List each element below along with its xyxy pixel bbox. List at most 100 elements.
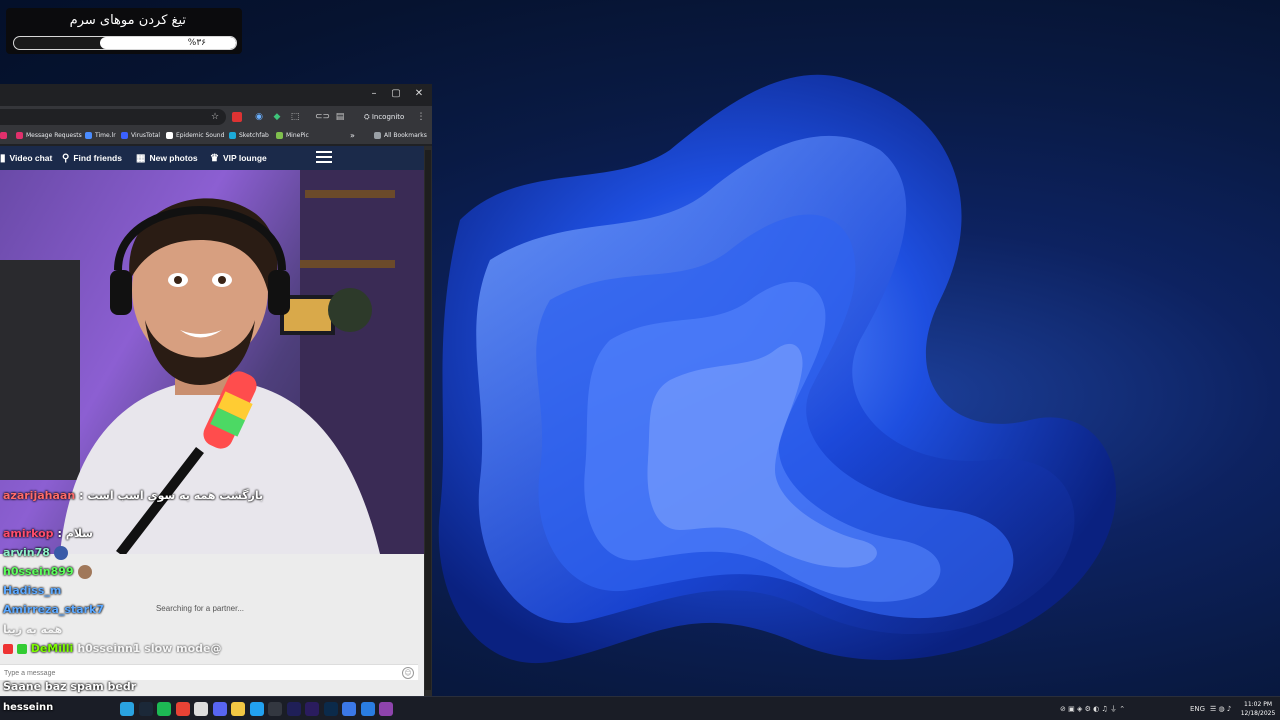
chat-username: azarijahaan — [3, 489, 76, 502]
tray-icons: ⊘ ▣ ◈ ⚙ ◐ ♫ ⏚ ⌃ — [1060, 702, 1125, 716]
folder-icon — [374, 132, 381, 139]
tray-icon[interactable]: ♫ — [1101, 705, 1107, 713]
more-menu-icon[interactable]: ⋮ — [414, 110, 428, 124]
chat-username: arvin78 — [3, 546, 50, 559]
audio-extension-icon[interactable]: ◉ — [252, 110, 266, 124]
star-icon[interactable]: ☆ — [208, 110, 222, 124]
after-effects-icon[interactable] — [286, 702, 301, 716]
bing-icon[interactable] — [360, 702, 375, 716]
network-volume-icons[interactable]: ☰ ◍ ♪ — [1210, 702, 1231, 716]
bookmark-unknown[interactable] — [0, 130, 10, 142]
video-chat-icon: ▮ — [0, 153, 6, 164]
photos-icon: ▦ — [136, 153, 146, 164]
stream-goal-widget: تیغ کردن موهای سرم %۳۶ — [6, 8, 242, 54]
chat-message: amirkop: سلام — [3, 527, 93, 540]
goal-progress-bar: %۳۶ — [13, 36, 237, 50]
discord-icon[interactable] — [212, 702, 227, 716]
maximize-icon[interactable]: ▢ — [385, 86, 407, 102]
spotify-icon[interactable] — [157, 702, 171, 716]
chat-text: بازگشت همه به سوی اسب است — [87, 489, 264, 502]
more-bookmarks-icon[interactable]: » — [350, 130, 355, 142]
nav-new-photos[interactable]: ▦ New photos — [136, 146, 198, 170]
chat-message: azarijahaan: بازگشت همه به سوی اسب است — [3, 489, 264, 502]
tray-icon[interactable]: ◈ — [1077, 705, 1082, 713]
chat-text: @h0sseinn1 slow mode — [77, 642, 222, 655]
minepic-icon — [276, 132, 283, 139]
chat-message: arvin78 — [3, 544, 68, 562]
chat-username: hesseinn — [3, 702, 54, 713]
bookmark-timelr[interactable]: Time.lr — [85, 130, 116, 142]
photoshop-icon[interactable] — [323, 702, 338, 716]
tray-icon[interactable]: ▣ — [1068, 705, 1075, 713]
nav-find-friends[interactable]: ⚲ Find friends — [62, 146, 122, 170]
hamburger-menu-icon[interactable] — [316, 151, 332, 165]
bookmarks-bar: Message Requests Time.lr VirusTotal Epid… — [0, 128, 432, 144]
chat-message: Saane baz spam bedr — [3, 678, 136, 696]
taskbar: hesseinn ⊘ ▣ ◈ ⚙ ◐ ♫ ⏚ ⌃ ENG ☰ ◍ ♪ 11:02… — [0, 696, 1280, 720]
language-indicator[interactable]: ENG — [1190, 702, 1205, 716]
virustotal-icon — [121, 132, 128, 139]
tab-search-icon[interactable]: ▤ — [333, 110, 347, 124]
tray-icon[interactable]: ⏚ — [1110, 705, 1117, 713]
tray-icon[interactable]: ◐ — [1093, 705, 1099, 713]
clock[interactable]: 11:02 PM 12/18/2025 — [1238, 700, 1278, 718]
chat-message: DeMilli @h0sseinn1 slow mode — [3, 640, 222, 658]
scrollbar-thumb[interactable] — [425, 150, 431, 690]
chat-username: Hadiss_m — [3, 584, 62, 597]
tray-icon[interactable]: ⌃ — [1119, 705, 1125, 713]
bookmark-virustotal[interactable]: VirusTotal — [121, 130, 160, 142]
folder-icon — [229, 132, 236, 139]
chrome-icon[interactable] — [175, 702, 190, 716]
bookmark-sketchfab[interactable]: Sketchfab — [229, 130, 269, 142]
shield-extension-icon[interactable]: ◆ — [270, 110, 284, 124]
badge-icon — [3, 644, 13, 654]
time-icon — [85, 132, 92, 139]
cast-icon[interactable]: ⊂⊃ — [315, 110, 330, 124]
tray-icon[interactable]: ⚙ — [1085, 705, 1091, 713]
chat-text: Saane baz spam bedr — [3, 680, 137, 693]
all-bookmarks[interactable]: All Bookmarks — [374, 130, 427, 142]
incognito-badge[interactable]: ⛭ Incognito — [364, 109, 404, 125]
chat-username: Amirreza_stark7 — [3, 603, 105, 616]
explorer-icon[interactable] — [231, 702, 245, 716]
notepad-icon[interactable] — [342, 702, 356, 716]
puzzle-icon[interactable]: ⬚ — [288, 110, 302, 124]
search-icon: ⚲ — [62, 153, 70, 164]
tray-icon[interactable]: ⊘ — [1060, 705, 1066, 713]
instagram-icon — [16, 132, 23, 139]
chat-message: Amirreza_stark7 — [3, 601, 108, 619]
chat-text: سلام — [65, 527, 93, 540]
steam-icon[interactable] — [138, 702, 153, 716]
chat-message: h0ssein899 — [3, 563, 92, 581]
rider-icon[interactable] — [379, 702, 393, 716]
close-icon[interactable]: ✕ — [408, 86, 430, 102]
bookmark-minepic[interactable]: MinePic — [276, 130, 309, 142]
chatgpt-icon[interactable] — [194, 702, 208, 716]
vscode-icon[interactable] — [249, 702, 264, 716]
chat-username: DeMilli — [30, 642, 74, 655]
crown-icon: ♛ — [210, 153, 219, 164]
chat-username: amirkop — [3, 527, 54, 540]
toolbar: ☆ ◉ ◆ ⬚ ⊂⊃ ▤ ⛭ Incognito ⋮ — [0, 106, 432, 128]
site-navigation: ▮ Video chat ⚲ Find friends ▦ New photos ♛ V… — [0, 146, 424, 170]
epidemic-icon — [166, 132, 173, 139]
bookmark-epidemic-sound[interactable]: Epidemic Sound — [166, 130, 224, 142]
scrollbar[interactable] — [424, 146, 432, 696]
extension-icon[interactable] — [232, 112, 242, 122]
minimize-icon[interactable]: – — [363, 86, 385, 102]
bookmark-message-requests[interactable]: Message Requests — [16, 130, 82, 142]
wallpaper-bloom — [438, 74, 1117, 664]
address-bar[interactable] — [0, 109, 226, 125]
chat-username: h0ssein899 — [3, 565, 74, 578]
nav-vip-lounge[interactable]: ♛ VIP lounge — [210, 146, 267, 170]
emoji-icon[interactable]: ☺ — [402, 667, 414, 679]
emote-icon — [77, 565, 92, 579]
terminal-icon[interactable] — [268, 702, 282, 716]
browser-titlebar: – ▢ ✕ — [0, 84, 432, 104]
nav-video-chat[interactable]: ▮ Video chat — [0, 146, 52, 170]
chat-message: Hadiss_m — [3, 582, 65, 600]
premiere-icon[interactable] — [305, 702, 319, 716]
telegram-icon[interactable] — [120, 702, 134, 716]
goal-title: تیغ کردن موهای سرم — [69, 13, 186, 28]
incognito-icon: ⛭ — [364, 113, 372, 121]
